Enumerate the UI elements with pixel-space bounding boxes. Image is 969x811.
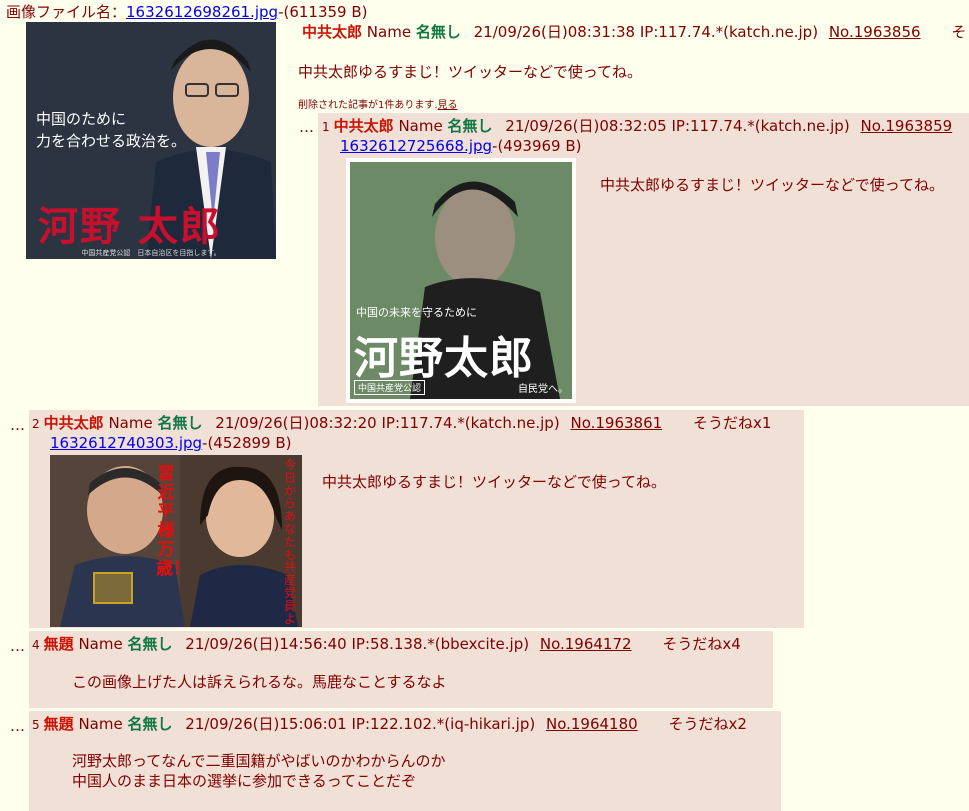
post-number-link[interactable]: No.1963859 [860,117,952,135]
op-thumb-name: 河野 太郎 [38,203,222,250]
reply-file-info: 1632612740303.jpg-(452899 B) [50,433,291,453]
op-thumbnail[interactable]: 中国のために 力を合わせる政治を。 河野 太郎 中国共産党公認 日本自治区を目指… [26,22,276,259]
poster-name: 名無し [127,635,173,653]
reply-5: 5 無題 Name 名無し 21/09/26(日)15:06:01 IP:122.… [29,711,781,811]
post-datetime: 21/09/26(日)08:32:05 IP:117.74.*(katch.ne… [505,117,850,135]
name-label: Name [108,414,153,432]
thumb-slogan: 自民党へ。 [518,384,568,395]
reply-header: 4 無題 Name 名無し 21/09/26(日)14:56:40 IP:58.1… [32,634,741,655]
reply-comment-line: この画像上げた人は訴えられるな。馬鹿なことするなよ [72,673,447,691]
op-file-info: 画像ファイル名：1632612698261.jpg-(611359 B) [6,2,368,22]
thumb-caption: 中国の未来を守るために [356,306,477,319]
caption-line: 中国のために [36,110,127,128]
reply-comment-line: 中国人のまま日本の選挙に参加できるってことだぞ [72,772,416,790]
post-number-link[interactable]: No.1964172 [540,635,632,653]
post-datetime: 21/09/26(日)14:56:40 IP:58.138.*(bbexcite… [185,635,530,653]
soudane-button[interactable]: そうだねx2 [668,715,746,733]
post-number-link[interactable]: No.1964180 [546,715,638,733]
post-number-link[interactable]: No.1963856 [829,23,921,41]
file-label: 画像ファイル名： [6,3,127,21]
reply-index: 1 [322,120,330,134]
file-link[interactable]: 1632612725668.jpg [340,137,492,155]
reply-header: 2 中共太郎 Name 名無し 21/09/26(日)08:32:20 IP:11… [32,413,771,434]
post-subject: 中共太郎 [302,23,363,41]
post-datetime: 21/09/26(日)08:31:38 IP:117.74.*(katch.ne… [473,23,819,41]
file-size: -(452899 B) [202,434,292,452]
post-subject: 中共太郎 [43,414,104,432]
file-link[interactable]: 1632612740303.jpg [50,434,202,452]
reply-comment: 中共太郎ゆるすまじ！ツイッターなどで使ってね。 [322,473,666,491]
reply-header: 1 中共太郎 Name 名無し 21/09/26(日)08:32:05 IP:11… [322,116,952,137]
reply-index: 5 [32,718,40,732]
caption-line: 力を合わせる政治を。 [36,132,187,150]
op-comment: 中共太郎ゆるすまじ！ツイッターなどで使ってね。 [298,63,642,81]
photo-illustration [50,455,302,627]
poster-name: 名無し [127,715,173,733]
reply-2: 2 中共太郎 Name 名無し 21/09/26(日)08:32:20 IP:11… [29,410,804,628]
reply-header: 5 無題 Name 名無し 21/09/26(日)15:06:01 IP:122.… [32,714,747,735]
soudane-button[interactable]: そうだねx4 [662,635,740,653]
show-deleted-link[interactable]: 見る [438,100,458,111]
soudane-button[interactable]: そうだねx1 [693,414,771,432]
deleted-text: 削除された記事が1件あります. [298,100,438,111]
soudane-button[interactable]: そ [951,23,966,41]
op-thumb-caption: 中国のために 力を合わせる政治を。 [36,108,186,152]
right-vertical-text: 今日からあなたも共産党員よ [283,458,296,626]
thumb-badge: 中国共産党公認 [354,380,426,395]
post-subject: 無題 [43,715,74,733]
name-label: Name [366,23,412,41]
file-size: -(493969 B) [492,137,582,155]
op-file-link[interactable]: 1632612698261.jpg [126,3,278,21]
reply-dots: … [10,637,25,655]
reply-thumbnail[interactable]: 習近平様万歳！ 今日からあなたも共産党員よ [50,455,302,627]
thumb-photo: 中国の未来を守るために 河野太郎 中国共産党公認 自民党へ。 [350,162,572,399]
post-datetime: 21/09/26(日)08:32:20 IP:117.74.*(katch.ne… [215,414,560,432]
reply-index: 4 [32,638,40,652]
poster-name: 名無し [415,23,461,41]
poster-name: 名無し [447,117,493,135]
reply-dots: … [10,717,25,735]
post-subject: 中共太郎 [333,117,394,135]
poster-name: 名無し [157,414,203,432]
reply-4: 4 無題 Name 名無し 21/09/26(日)14:56:40 IP:58.1… [29,631,773,708]
op-thumb-footer: 中国共産党公認 日本自治区を目指します。 [81,249,221,257]
reply-comment-line: 河野太郎ってなんで二重国籍がやばいのかわからんのか [72,752,446,770]
post-subject: 無題 [43,635,74,653]
reply-comment: 中共太郎ゆるすまじ！ツイッターなどで使ってね。 [600,176,944,194]
name-label: Name [78,635,123,653]
op-header: 中共太郎 Name 名無し 21/09/26(日)08:31:38 IP:117… [302,22,966,42]
post-number-link[interactable]: No.1963861 [570,414,662,432]
file-size: -(611359 B) [278,3,368,21]
name-label: Name [398,117,443,135]
thumb-big-name: 河野太郎 [354,333,534,384]
left-vertical-text: 習近平様万歳！ [156,464,190,579]
deleted-notice: 削除された記事が1件あります.見る [298,96,458,111]
post-datetime: 21/09/26(日)15:06:01 IP:122.102.*(iq-hika… [185,715,536,733]
reply-file-info: 1632612725668.jpg-(493969 B) [340,136,581,156]
reply-index: 2 [32,417,40,431]
name-label: Name [78,715,123,733]
reply-dots: … [10,416,25,434]
reply-thumbnail[interactable]: 中国の未来を守るために 河野太郎 中国共産党公認 自民党へ。 [346,158,576,403]
reply-dots: … [299,118,314,136]
reply-1: 1 中共太郎 Name 名無し 21/09/26(日)08:32:05 IP:11… [318,113,969,406]
